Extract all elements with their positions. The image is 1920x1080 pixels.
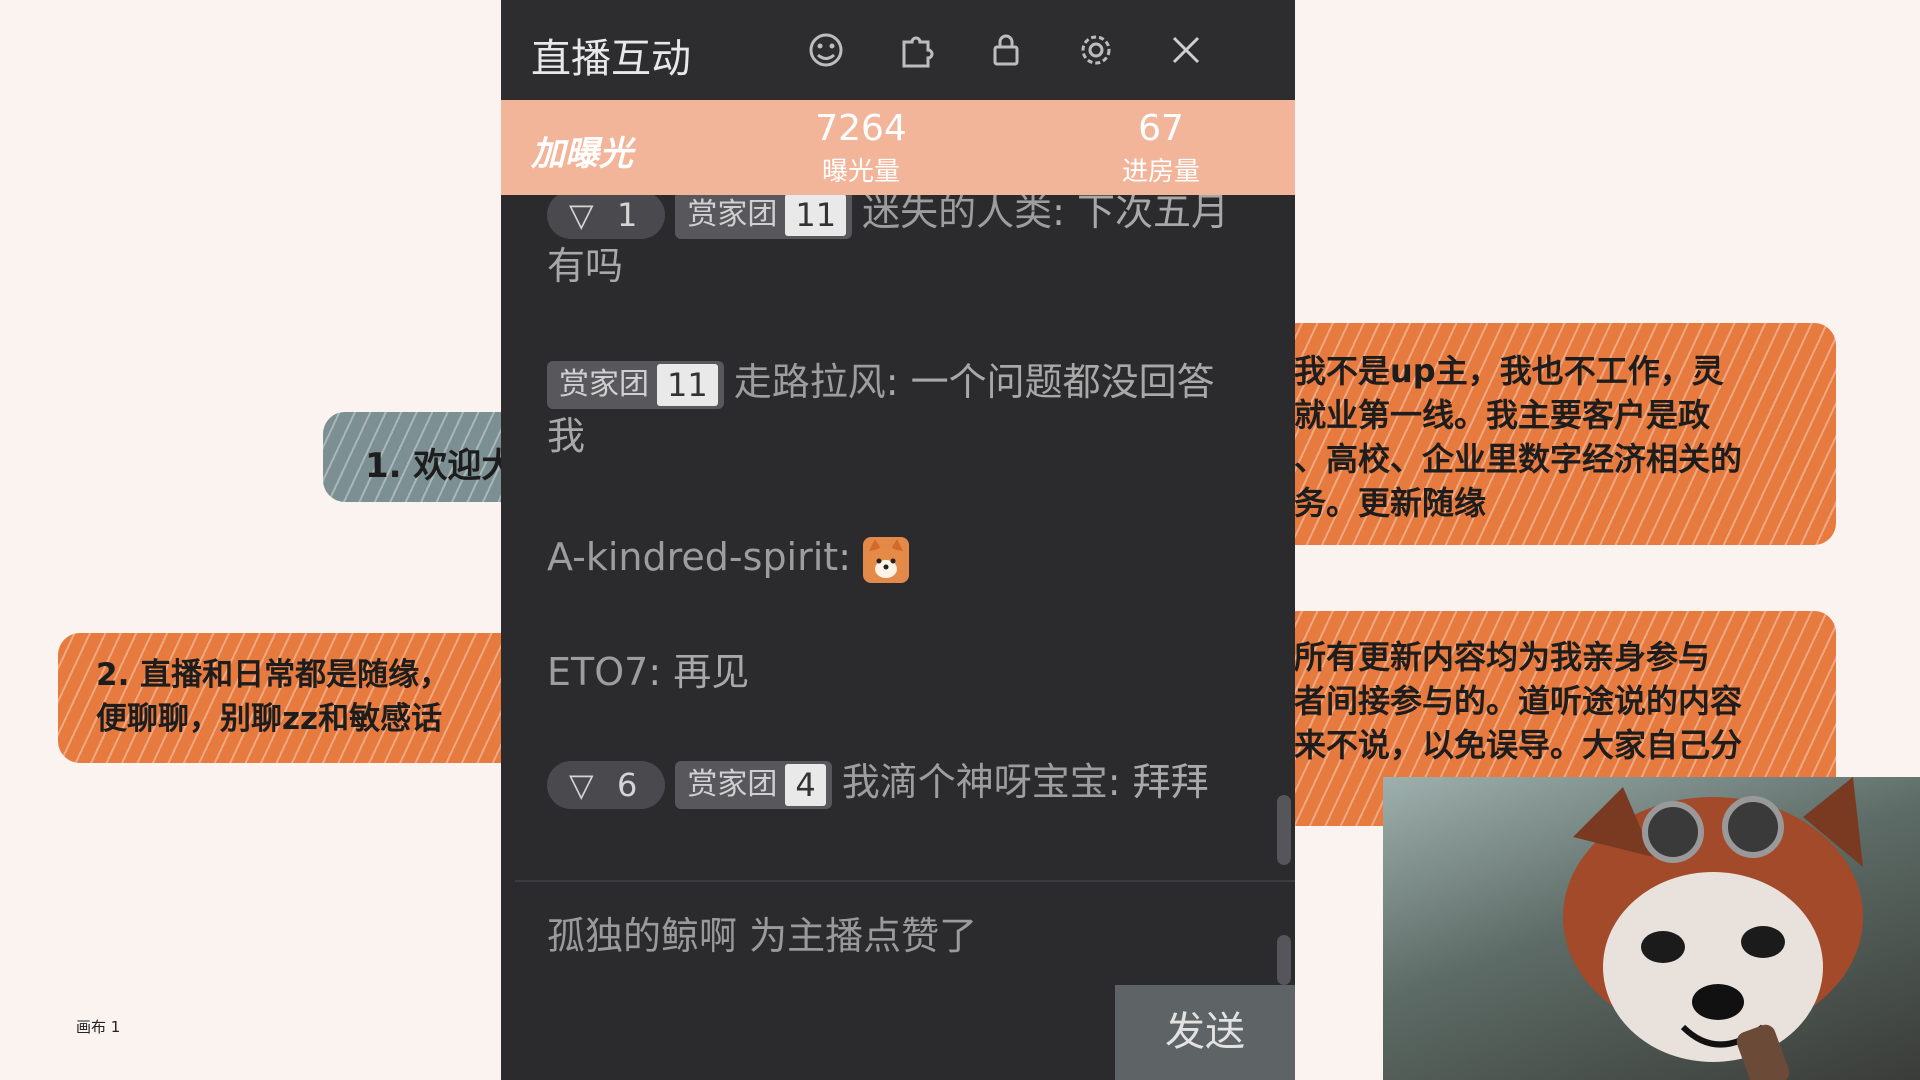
chat-message: ETO7: 再见 xyxy=(547,650,750,694)
live-interaction-panel: 直播互动 加曝光 7264 曝光量 67 进房量 ▽1赏家团11迷失的人 xyxy=(501,0,1295,1080)
chat-message: 赏家团 11 走路拉风: 一个问题都没回答我 xyxy=(547,360,1215,458)
send-button[interactable]: 发送 xyxy=(1115,985,1295,1080)
gear-icon[interactable] xyxy=(1076,30,1116,70)
streamer-camera-image xyxy=(1383,777,1920,1080)
like-notification: 孤独的鲸啊 为主播点赞了 xyxy=(547,914,978,958)
chat-scrollbar[interactable] xyxy=(1277,795,1291,865)
divider xyxy=(515,880,1295,882)
note-live-rules: 2. 直播和日常都是随缘， 便聊聊，别聊zz和敏感话 xyxy=(58,633,578,763)
chat-input[interactable] xyxy=(501,985,1113,1080)
user-level-badge: ▽ 6 xyxy=(547,760,666,809)
chat-message: ▽ 6 赏家团 4 我滴个神呀宝宝: 拜拜 xyxy=(547,755,1247,809)
chat-username: 我滴个神呀宝宝 xyxy=(841,760,1108,804)
stats-bar: 加曝光 7264 曝光量 67 进房量 xyxy=(501,100,1295,195)
panel-header: 直播互动 xyxy=(501,0,1295,100)
fan-club-badge: 赏家团 11 xyxy=(675,195,853,239)
room-entries-stat: 67 进房量 xyxy=(1061,108,1261,188)
chat-message: A-kindred-spirit: xyxy=(547,530,1247,584)
chat-username: ETO7 xyxy=(547,650,649,694)
chat-text: 拜拜 xyxy=(1132,760,1209,804)
emoji-icon[interactable] xyxy=(806,30,846,70)
chat-message: ▽ 1 赏家团 11 迷失的人类: 下次五月有吗 xyxy=(547,195,1247,293)
chevron-down-icon: ▽ xyxy=(569,195,594,234)
note-welcome-text: 1. 欢迎大 xyxy=(365,446,516,486)
room-entries-value: 67 xyxy=(1138,108,1184,149)
user-level-badge: ▽ 1 xyxy=(547,195,666,239)
chat-list[interactable]: ▽ 1 赏家团 11 迷失的人类: 下次五月有吗 赏家团 11 走路拉风: 一个问题都没回答… xyxy=(501,195,1295,880)
puzzle-icon[interactable] xyxy=(896,30,936,70)
exposure-stat: 7264 曝光量 xyxy=(761,108,961,188)
fan-club-badge: 赏家团 11 xyxy=(547,360,724,409)
fan-club-badge: 赏家团 4 xyxy=(675,760,832,809)
note-live-rules-text: 2. 直播和日常都是随缘， 便聊聊，别聊zz和敏感话 xyxy=(96,657,451,737)
lock-icon[interactable] xyxy=(986,30,1026,70)
shiba-emoji-icon xyxy=(863,536,910,583)
chat-username: 迷失的人类 xyxy=(862,195,1053,234)
panel-title: 直播互动 xyxy=(531,36,691,82)
exposure-value: 7264 xyxy=(815,108,907,149)
chat-username: 走路拉风 xyxy=(733,360,886,404)
exposure-label: 曝光量 xyxy=(821,157,900,187)
chat-username: A-kindred-spirit xyxy=(547,535,839,579)
boost-exposure-button[interactable]: 加曝光 xyxy=(531,126,633,175)
note-about-text: 我不是up主，我也不工作，灵 就业第一线。我主要客户是政 、高校、企业里数字经济… xyxy=(1294,352,1743,522)
room-entries-label: 进房量 xyxy=(1121,157,1200,187)
close-icon[interactable] xyxy=(1166,30,1206,70)
note-about: 我不是up主，我也不工作，灵 就业第一线。我主要客户是政 、高校、企业里数字经济… xyxy=(1270,323,1836,545)
canvas-label: 画布 1 xyxy=(76,1018,121,1036)
notification-scrollbar[interactable] xyxy=(1277,935,1291,985)
note-disclaimer-text: 所有更新内容均为我亲身参与 者间接参与的。道听途说的内容 来不说，以免误导。大家… xyxy=(1294,638,1743,764)
chevron-down-icon: ▽ xyxy=(569,765,594,804)
chat-text: 再见 xyxy=(673,650,750,694)
